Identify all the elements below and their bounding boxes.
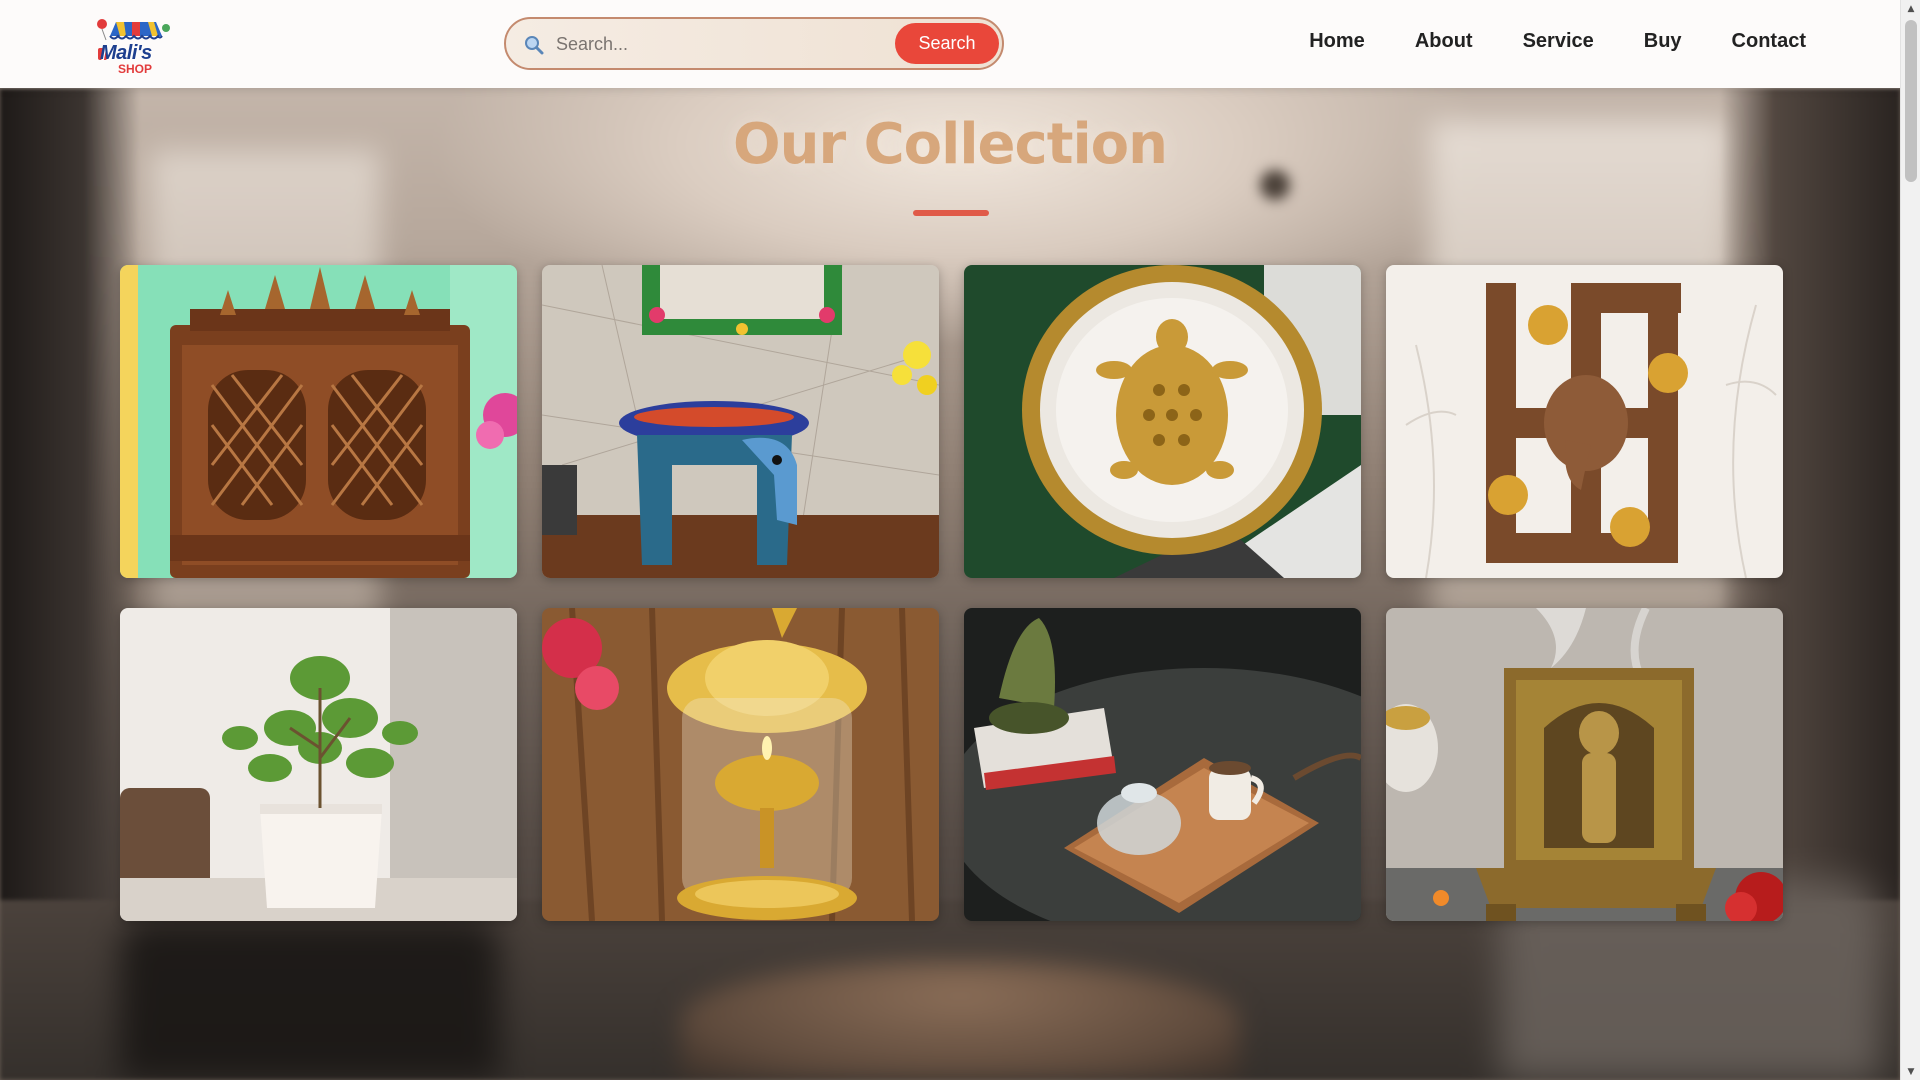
brass-deity-incense-holder-image bbox=[1386, 608, 1783, 921]
nav-home-link[interactable]: Home bbox=[1309, 30, 1365, 53]
scroll-up-arrow-icon[interactable]: ▲ bbox=[1901, 0, 1920, 17]
wooden-tray-tea-set-image bbox=[964, 608, 1361, 921]
product-card-tortoise-plate[interactable] bbox=[964, 265, 1361, 578]
product-grid bbox=[120, 265, 1783, 921]
nav-contact-link[interactable]: Contact bbox=[1732, 30, 1806, 53]
painted-elephant-stool-image bbox=[542, 265, 939, 578]
search-button[interactable]: Search bbox=[895, 23, 999, 64]
shop-logo[interactable]: Mali's SHOP bbox=[94, 14, 176, 76]
logo-subtext: SHOP bbox=[118, 62, 153, 76]
search-bar: Search bbox=[504, 17, 1004, 70]
collection-title: Our Collection bbox=[732, 112, 1168, 177]
product-card-incense-holder[interactable] bbox=[1386, 608, 1783, 921]
site-header: Mali's SHOP Search Home About Service Bu… bbox=[0, 0, 1900, 88]
product-card-elephant-stool[interactable] bbox=[542, 265, 939, 578]
page-scrollbar[interactable]: ▲ ▼ bbox=[1900, 0, 1920, 1080]
nav-service-link[interactable]: Service bbox=[1523, 30, 1594, 53]
nav-buy-link[interactable]: Buy bbox=[1644, 30, 1682, 53]
main-nav: Home About Service Buy Contact bbox=[1259, 30, 1806, 53]
wooden-temple-image bbox=[120, 265, 517, 578]
search-input[interactable] bbox=[556, 27, 886, 61]
title-underline bbox=[913, 210, 989, 216]
nav-about-link[interactable]: About bbox=[1415, 30, 1473, 53]
scroll-thumb[interactable] bbox=[1905, 20, 1917, 182]
brass-tortoise-plate-image bbox=[964, 265, 1361, 578]
brass-akhand-diya-image bbox=[542, 608, 939, 921]
product-card-tea-tray[interactable] bbox=[964, 608, 1361, 921]
swastik-om-ganesha-wall-decor-image bbox=[1386, 265, 1783, 578]
product-card-brass-diya[interactable] bbox=[542, 608, 939, 921]
jade-plant-pot-image bbox=[120, 608, 517, 921]
product-card-wooden-temple[interactable] bbox=[120, 265, 517, 578]
search-icon bbox=[524, 35, 544, 55]
scroll-down-arrow-icon[interactable]: ▼ bbox=[1901, 1063, 1920, 1080]
product-card-swastik-decor[interactable] bbox=[1386, 265, 1783, 578]
product-card-jade-plant[interactable] bbox=[120, 608, 517, 921]
